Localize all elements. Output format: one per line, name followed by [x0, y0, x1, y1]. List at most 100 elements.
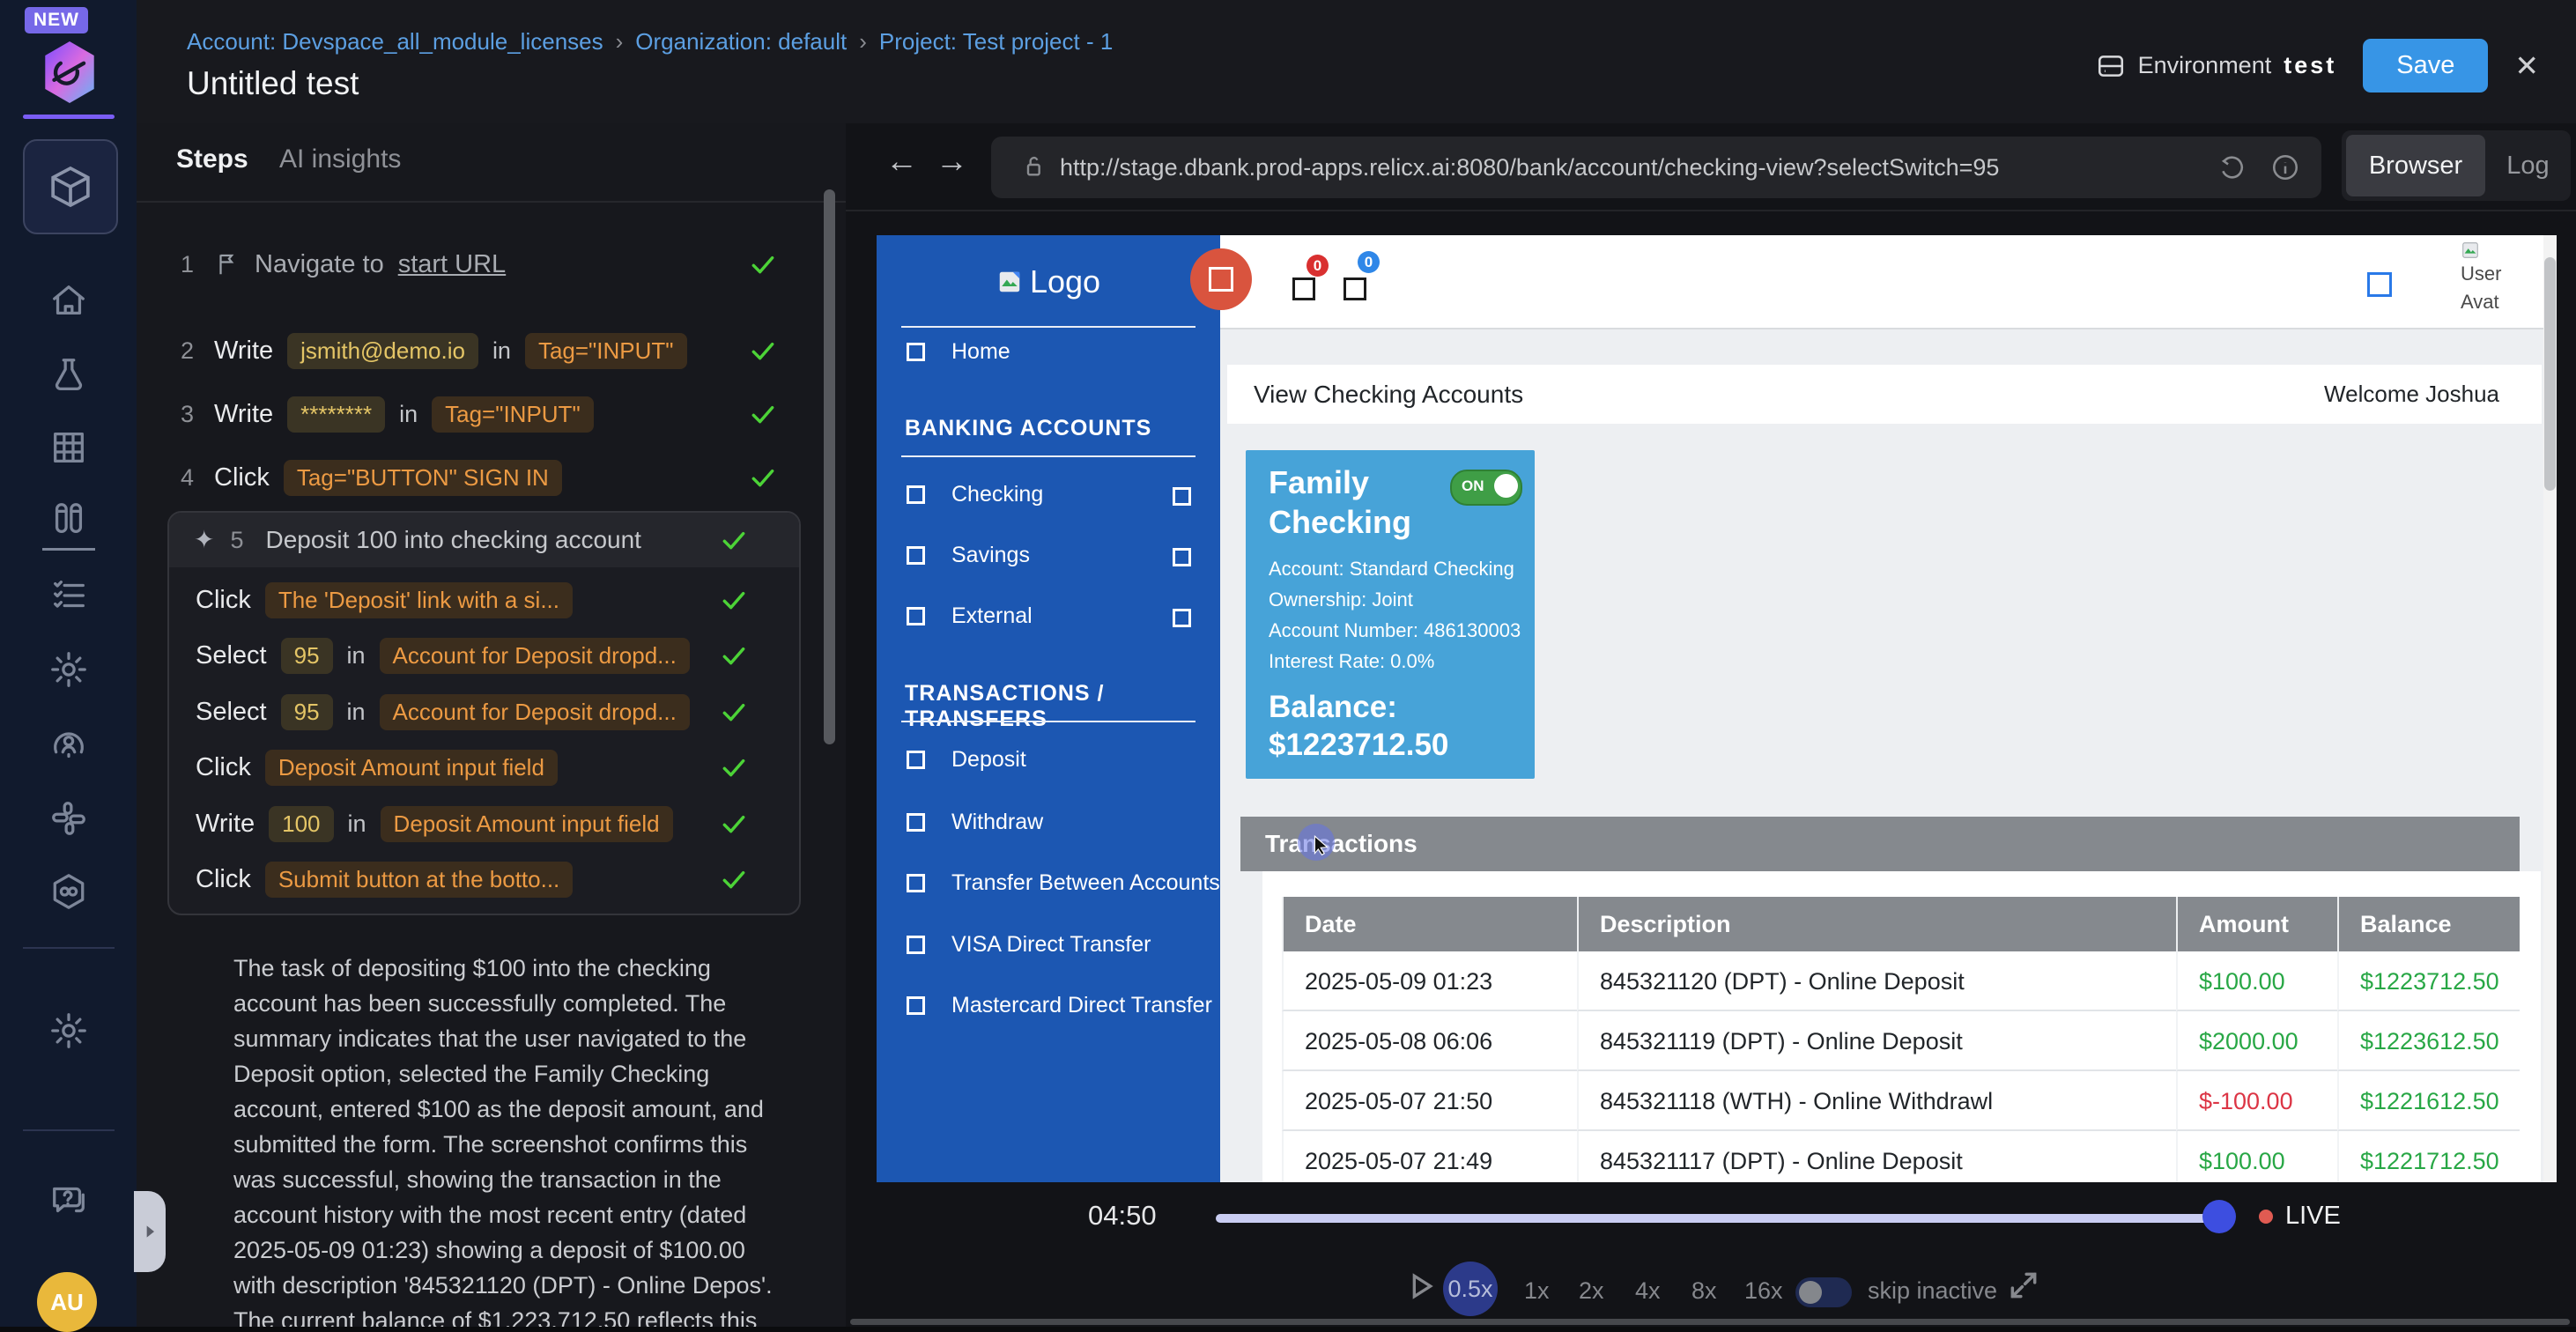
sidebar-item-tests[interactable]: [46, 352, 92, 398]
substep-row-2[interactable]: Select 95 in Account for Deposit dropd..…: [196, 634, 768, 677]
bank-nav-checking[interactable]: Checking: [877, 471, 1220, 517]
user-avatar[interactable]: AU: [37, 1272, 97, 1332]
browser-forward-button[interactable]: →: [936, 143, 968, 180]
step-locator-chip[interactable]: Tag="INPUT": [525, 333, 687, 369]
timeline-track[interactable]: [1216, 1214, 2213, 1223]
notification-icon[interactable]: [1292, 278, 1315, 300]
account-card[interactable]: Family Checking ON Account: Standard Che…: [1246, 450, 1535, 779]
substep-row-3[interactable]: Select 95 in Account for Deposit dropd..…: [196, 691, 768, 733]
sidebar-item-integrations[interactable]: [46, 796, 92, 841]
speed-4x[interactable]: 4x: [1635, 1277, 1661, 1305]
bank-nav-transfer[interactable]: Transfer Between Accounts: [877, 860, 1220, 906]
steps-scrollbar[interactable]: [824, 189, 835, 744]
bank-nav-mastercard-transfer[interactable]: Mastercard Direct Transfer: [877, 982, 1220, 1028]
table-row[interactable]: 2025-05-07 21:50 845321118 (WTH) - Onlin…: [1282, 1071, 2520, 1131]
reload-icon[interactable]: [2217, 152, 2247, 182]
step-row-4[interactable]: 4 Click Tag="BUTTON" SIGN IN: [181, 456, 797, 499]
stop-recording-indicator[interactable]: [1190, 248, 1252, 310]
speed-16x[interactable]: 16x: [1744, 1277, 1783, 1305]
step-group-header[interactable]: ✦ 5 Deposit 100 into checking account: [169, 513, 799, 567]
speed-2x[interactable]: 2x: [1579, 1277, 1604, 1305]
tab-steps[interactable]: Steps: [176, 144, 248, 174]
step-row-1[interactable]: 1 Navigate to start URL: [181, 243, 797, 285]
table-row[interactable]: 2025-05-09 01:23 845321120 (DPT) - Onlin…: [1282, 951, 2520, 1011]
tab-ai-insights[interactable]: AI insights: [279, 144, 401, 174]
substep-row-4[interactable]: Click Deposit Amount input field: [196, 746, 768, 788]
transactions-header-bar[interactable]: Transactions: [1240, 817, 2520, 871]
step-value-chip[interactable]: 95: [281, 638, 333, 674]
speed-0-5x-active[interactable]: 0.5x: [1443, 1262, 1498, 1316]
bank-nav-external[interactable]: External: [877, 593, 1220, 639]
breadcrumb-organization[interactable]: Organization: default: [635, 28, 847, 56]
url-text[interactable]: http://stage.dbank.prod-apps.relicx.ai:8…: [1060, 137, 1999, 198]
sidebar-item-explore[interactable]: [46, 722, 92, 768]
step-value-chip[interactable]: 95: [281, 694, 333, 730]
bank-nav-home[interactable]: Home: [877, 329, 1220, 374]
save-button[interactable]: Save: [2363, 39, 2488, 92]
topbar-square-icon[interactable]: [2367, 272, 2392, 297]
sidebar-item-suites[interactable]: [46, 425, 92, 470]
sidebar-divider: [901, 721, 1195, 722]
bank-nav-label: VISA Direct Transfer: [951, 932, 1151, 958]
substep-row-6[interactable]: Click Submit button at the botto...: [196, 858, 768, 900]
substep-row-5[interactable]: Write 100 in Deposit Amount input field: [196, 803, 768, 845]
bank-nav-visa-transfer[interactable]: VISA Direct Transfer: [877, 921, 1220, 967]
substep-row-1[interactable]: Click The 'Deposit' link with a si...: [196, 579, 768, 621]
table-row[interactable]: 2025-05-08 06:06 845321119 (DPT) - Onlin…: [1282, 1011, 2520, 1071]
bank-nav-deposit[interactable]: Deposit: [877, 736, 1220, 782]
step-locator-chip[interactable]: Deposit Amount input field: [265, 750, 558, 786]
sidebar-item-ci-cd[interactable]: [46, 869, 92, 914]
panel-collapse-handle[interactable]: [134, 1191, 166, 1272]
col-header-amount[interactable]: Amount: [2176, 897, 2337, 951]
user-avatar-broken[interactable]: User Avat: [2461, 240, 2501, 316]
step-value-chip[interactable]: jsmith@demo.io: [287, 333, 478, 369]
step-locator-chip[interactable]: The 'Deposit' link with a si...: [265, 582, 573, 618]
play-button[interactable]: [1403, 1269, 1438, 1304]
start-url-link[interactable]: start URL: [398, 250, 506, 279]
col-header-description[interactable]: Description: [1577, 897, 2176, 951]
step-locator-chip[interactable]: Deposit Amount input field: [381, 806, 673, 842]
col-header-date[interactable]: Date: [1282, 897, 1577, 951]
breadcrumb-project[interactable]: Project: Test project - 1: [879, 28, 1113, 56]
speed-8x[interactable]: 8x: [1691, 1277, 1717, 1305]
step-row-3[interactable]: 3 Write ******** in Tag="INPUT": [181, 393, 797, 435]
app-logo[interactable]: [39, 39, 100, 106]
timeline-thumb[interactable]: [2202, 1200, 2236, 1233]
url-bar[interactable]: http://stage.dbank.prod-apps.relicx.ai:8…: [991, 137, 2321, 198]
sidebar-item-admin-settings[interactable]: [46, 1008, 92, 1054]
close-icon[interactable]: ✕: [2514, 48, 2539, 83]
step-value-chip[interactable]: ********: [287, 396, 385, 433]
table-row[interactable]: 2025-05-07 21:49 845321117 (DPT) - Onlin…: [1282, 1131, 2520, 1182]
browser-back-button[interactable]: ←: [885, 143, 918, 180]
step-locator-chip[interactable]: Tag="BUTTON" SIGN IN: [284, 460, 562, 496]
tab-log[interactable]: Log: [2485, 152, 2571, 181]
step-locator-chip[interactable]: Account for Deposit dropd...: [380, 638, 690, 674]
sidebar-item-settings[interactable]: [46, 647, 92, 692]
bank-logo[interactable]: Logo: [877, 251, 1220, 313]
info-icon[interactable]: [2270, 152, 2300, 182]
sidebar-item-test-runs-active[interactable]: [46, 497, 92, 543]
message-icon[interactable]: [1344, 278, 1366, 300]
step-row-2[interactable]: 2 Write jsmith@demo.io in Tag="INPUT": [181, 329, 797, 372]
col-header-balance[interactable]: Balance: [2337, 897, 2520, 951]
fullscreen-button[interactable]: [2007, 1269, 2040, 1302]
tab-browser-active[interactable]: Browser: [2346, 135, 2485, 196]
sidebar-item-home[interactable]: [46, 278, 92, 324]
sidebar-item-builder-active[interactable]: [23, 139, 118, 234]
step-locator-chip[interactable]: Account for Deposit dropd...: [380, 694, 690, 730]
sidebar-item-results[interactable]: [46, 573, 92, 618]
sidebar-item-help[interactable]: [46, 1177, 92, 1223]
speed-1x[interactable]: 1x: [1524, 1277, 1550, 1305]
account-toggle-on[interactable]: ON: [1450, 470, 1522, 506]
horizontal-scrollbar[interactable]: [850, 1319, 2570, 1325]
bank-nav-withdraw[interactable]: Withdraw: [877, 799, 1220, 845]
bank-nav-savings[interactable]: Savings: [877, 532, 1220, 578]
step-locator-chip[interactable]: Submit button at the botto...: [265, 862, 573, 898]
breadcrumb-account[interactable]: Account: Devspace_all_module_licenses: [187, 28, 603, 56]
viewport-scrollbar-thumb[interactable]: [2544, 257, 2556, 491]
skip-inactive-toggle[interactable]: [1795, 1277, 1852, 1307]
step-locator-chip[interactable]: Tag="INPUT": [432, 396, 594, 433]
step-value-chip[interactable]: 100: [269, 806, 333, 842]
sidebar-divider: [901, 326, 1195, 328]
environment-selector[interactable]: Environment test: [2096, 51, 2337, 81]
